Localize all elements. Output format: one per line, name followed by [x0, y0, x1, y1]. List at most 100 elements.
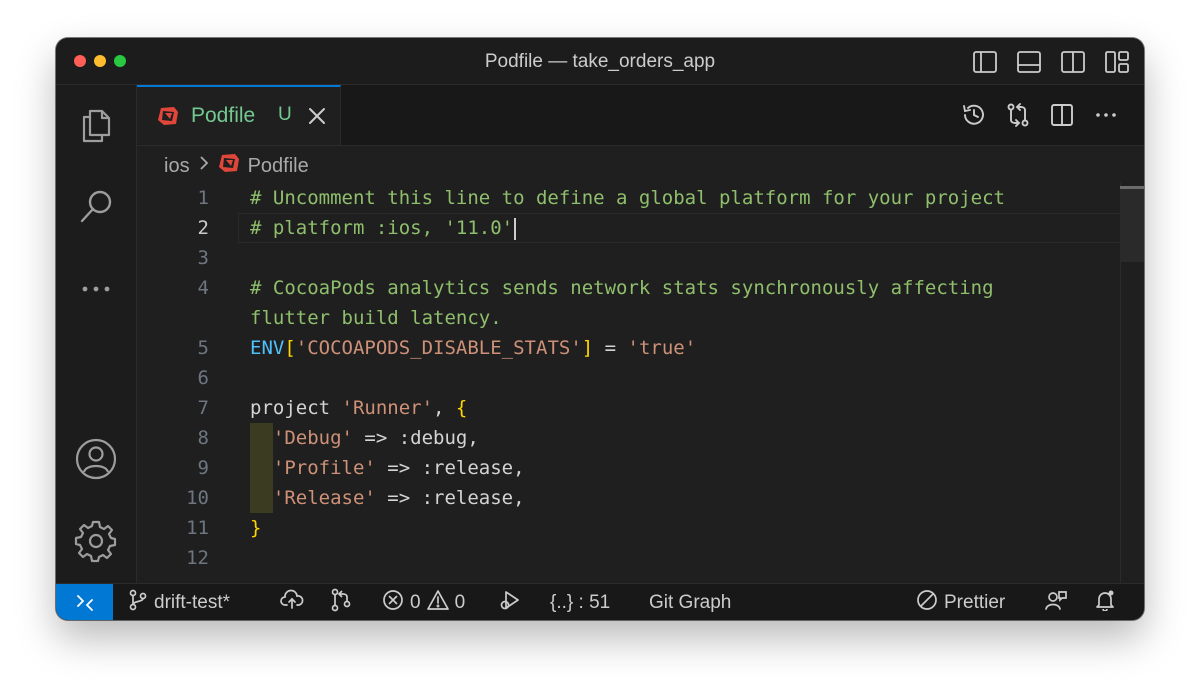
prettier-label: Prettier	[944, 591, 1006, 613]
sync-button[interactable]	[280, 584, 304, 620]
code-token: # Uncomment this line to define a global…	[250, 187, 1005, 209]
code-token: {	[455, 397, 468, 419]
error-count: 0	[410, 591, 421, 613]
line-number: 11	[186, 517, 209, 539]
more-icon[interactable]	[74, 267, 118, 311]
line-number: 8	[197, 427, 209, 449]
code-token: 'true'	[627, 337, 697, 359]
cloud-upload-icon	[280, 589, 304, 617]
line-number: 10	[186, 487, 209, 509]
tab-label: Podfile	[191, 104, 256, 127]
live-share-button[interactable]	[1044, 584, 1068, 620]
bell-icon	[1094, 589, 1116, 617]
branch-button[interactable]: drift-test*	[128, 584, 230, 620]
compare-changes-icon[interactable]	[1004, 101, 1032, 129]
tab-podfile[interactable]: Podfile U	[137, 85, 341, 145]
code-token: ,	[433, 397, 456, 419]
line-number: 7	[197, 397, 209, 419]
code-token: 'Profile'	[272, 457, 376, 479]
code-token: # platform :ios, '11.0'	[250, 217, 514, 239]
git-branch-icon	[128, 589, 148, 617]
error-icon	[382, 589, 404, 617]
line-number: 12	[186, 547, 209, 569]
ruby-file-icon	[218, 153, 240, 179]
git-compare-icon	[330, 588, 352, 618]
code-line[interactable]: project 'Runner', {	[250, 393, 467, 423]
more-actions-icon[interactable]	[1092, 101, 1120, 129]
account-icon[interactable]	[74, 437, 118, 481]
problems-button[interactable]: 0 0	[382, 584, 465, 620]
line-number: 9	[197, 457, 209, 479]
remote-indicator-button[interactable]	[56, 584, 113, 620]
git-graph-button[interactable]: Git Graph	[649, 584, 731, 620]
line-number: 2	[197, 217, 209, 239]
untracked-badge: U	[278, 104, 292, 125]
code-token: ]	[581, 337, 594, 359]
code-token: [	[284, 337, 296, 359]
cursor-position-marker	[1120, 186, 1144, 189]
code-token: 'Release'	[272, 487, 376, 509]
prettier-disabled-icon	[916, 589, 938, 617]
toggle-secondary-sidebar-icon[interactable]	[1058, 49, 1088, 75]
feedback-person-icon	[1044, 589, 1068, 617]
customize-layout-icon[interactable]	[1102, 49, 1132, 75]
code-line[interactable]: # CocoaPods analytics sends network stat…	[250, 273, 994, 303]
code-token: project	[250, 397, 342, 419]
ruby-file-icon	[157, 106, 179, 131]
code-line[interactable]: # Uncomment this line to define a global…	[250, 183, 1005, 213]
debug-launch-button[interactable]	[498, 584, 522, 620]
layout-controls	[970, 49, 1132, 75]
source-control-button[interactable]	[330, 584, 352, 620]
editor-actions	[960, 101, 1120, 129]
line-number: 3	[197, 247, 209, 269]
code-token: 'Debug'	[272, 427, 353, 449]
code-line[interactable]: 'Profile' => :release,	[250, 453, 525, 483]
branch-name: drift-test*	[154, 591, 231, 613]
git-graph-label: Git Graph	[649, 591, 732, 613]
breadcrumb-file[interactable]: Podfile	[248, 155, 309, 178]
breadcrumb-folder[interactable]: ios	[164, 155, 190, 178]
code-token: =	[593, 337, 628, 359]
line-number: 6	[197, 367, 209, 389]
status-bar: drift-test* 0 0 {..}: 51 Git Graph Pret…	[56, 583, 1144, 620]
scrollbar-thumb[interactable]	[1120, 186, 1144, 262]
json-path-indicator[interactable]: {..} : 51	[550, 584, 610, 620]
toggle-primary-sidebar-icon[interactable]	[970, 49, 1000, 75]
code-line[interactable]: 'Debug' => :debug,	[250, 423, 479, 453]
timeline-history-icon[interactable]	[960, 101, 988, 129]
text-cursor	[514, 217, 517, 240]
chevron-right-icon	[198, 154, 210, 178]
search-icon[interactable]	[74, 185, 118, 229]
code-token: 'COCOAPODS_DISABLE_STATS'	[295, 337, 582, 359]
files-icon[interactable]	[74, 103, 118, 147]
code-token: => :release,	[375, 487, 525, 509]
code-line[interactable]: }	[250, 513, 261, 543]
code-line[interactable]: ENV['COCOAPODS_DISABLE_STATS'] = 'true'	[250, 333, 696, 363]
breadcrumb: ios Podfile	[164, 152, 309, 180]
toggle-panel-icon[interactable]	[1014, 49, 1044, 75]
code-line[interactable]: # platform :ios, '11.0'	[250, 213, 517, 243]
run-debug-icon	[498, 588, 522, 618]
code-token: => :release,	[375, 457, 525, 479]
code-token: }	[250, 517, 262, 539]
line-number	[137, 303, 209, 333]
code-line[interactable]: 'Release' => :release,	[250, 483, 525, 513]
code-token: => :debug,	[352, 427, 479, 449]
settings-gear-icon[interactable]	[74, 519, 118, 563]
code-token: ENV	[250, 337, 285, 359]
notifications-button[interactable]	[1094, 584, 1116, 620]
code-editor[interactable]: 1 2 3 4 5 6 7 8 9 10 11 12 # Uncomment this line to…	[137, 183, 1144, 583]
line-number: 5	[197, 337, 209, 359]
line-number: 4	[197, 277, 209, 299]
activity-bar	[56, 85, 137, 583]
code-token: # CocoaPods analytics sends network stat…	[250, 277, 994, 299]
close-icon[interactable]	[305, 104, 329, 128]
prettier-button[interactable]: Prettier	[916, 584, 1005, 620]
line-number: 1	[197, 187, 209, 209]
warning-icon	[426, 589, 449, 617]
split-editor-icon[interactable]	[1048, 101, 1076, 129]
code-line[interactable]: flutter build latency.	[250, 303, 502, 333]
